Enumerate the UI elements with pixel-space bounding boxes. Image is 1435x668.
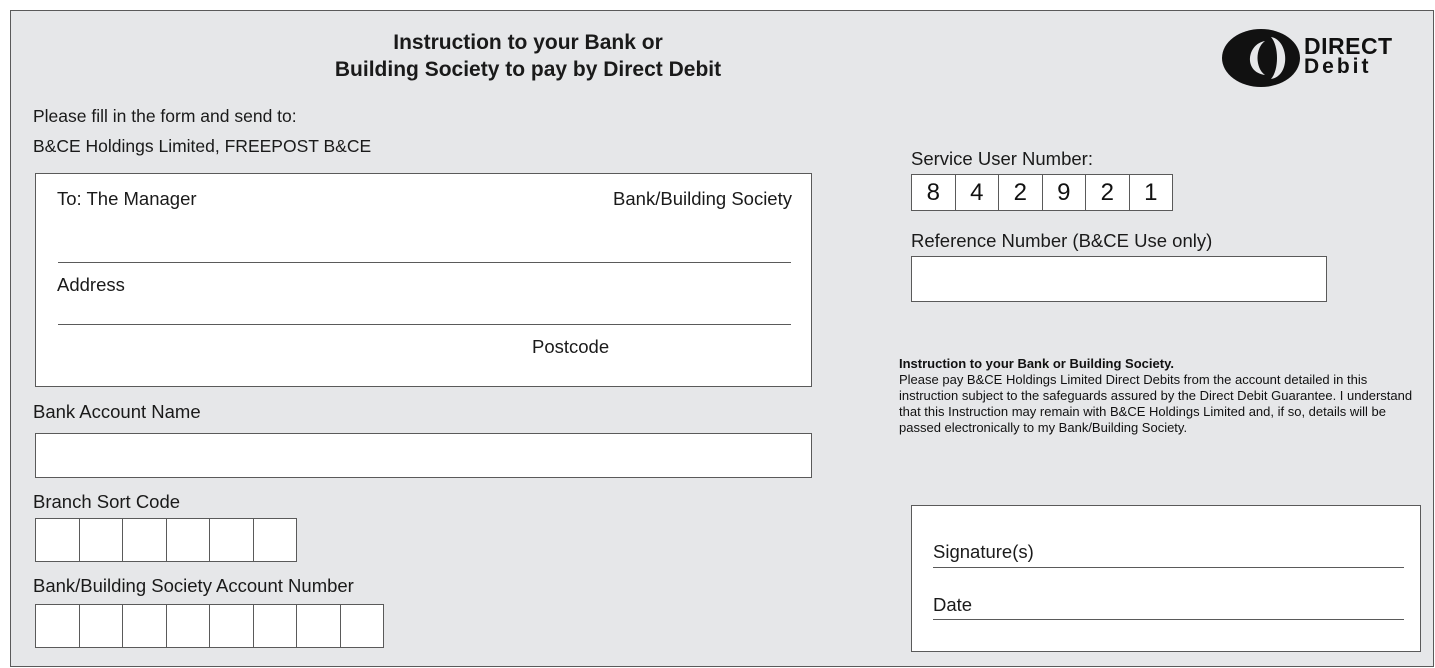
account-number-cell[interactable] [35,604,80,648]
service-user-digit: 1 [1128,174,1173,211]
address-label: Address [57,274,125,295]
to-manager-label: To: The Manager [57,188,197,209]
bank-building-society-label: Bank/Building Society [613,188,792,209]
instruction-body: Please pay B&CE Holdings Limited Direct … [899,372,1413,435]
form-title: Instruction to your Bank or Building Soc… [11,29,1045,83]
service-user-digit: 2 [998,174,1043,211]
direct-debit-form: Instruction to your Bank or Building Soc… [10,10,1434,667]
reference-number-field[interactable] [911,256,1327,302]
sort-code-cell[interactable] [209,518,254,562]
sort-code-cell[interactable] [252,518,297,562]
service-user-number-boxes: 8 4 2 9 2 1 [911,174,1173,211]
postcode-label: Postcode [532,336,610,357]
account-number-cell[interactable] [209,604,254,648]
address-line[interactable] [58,324,791,325]
logo-text-debit: Debit [1304,55,1372,78]
form-title-line-2: Building Society to pay by Direct Debit [334,58,722,81]
service-user-digit: 4 [954,174,999,211]
send-to-address: B&CE Holdings Limited, FREEPOST B&CE [33,136,372,156]
bank-details-box: To: The Manager Bank/Building Society Ad… [35,173,812,387]
send-to-instruction: Please fill in the form and send to: [33,106,297,126]
sort-code-cell[interactable] [35,518,80,562]
sort-code-cell[interactable] [165,518,210,562]
account-name-label: Bank Account Name [33,401,201,422]
instruction-heading: Instruction to your Bank or Building Soc… [899,356,1174,371]
direct-debit-logo-icon [1222,29,1300,87]
service-user-digit: 8 [911,174,956,211]
account-number-boxes [35,604,384,648]
signature-line[interactable] [933,567,1404,568]
service-user-number-label: Service User Number: [911,148,1093,169]
signature-box: Signature(s) Date [911,505,1421,652]
sort-code-label: Branch Sort Code [33,491,181,512]
account-number-label: Bank/Building Society Account Number [33,575,354,596]
logo-text-direct: DIRECT [1304,33,1393,59]
sort-code-boxes [35,518,297,562]
service-user-digit: 9 [1041,174,1086,211]
account-number-cell[interactable] [252,604,297,648]
account-number-cell[interactable] [122,604,167,648]
form-title-line-1: Instruction to your Bank or [393,31,663,54]
direct-debit-logo: DIRECT Debit [1221,28,1421,88]
account-name-field[interactable] [35,433,812,478]
bank-name-line[interactable] [58,262,791,263]
sort-code-cell[interactable] [78,518,123,562]
account-number-cell[interactable] [165,604,210,648]
account-number-cell[interactable] [78,604,123,648]
date-line[interactable] [933,619,1404,620]
reference-number-label: Reference Number (B&CE Use only) [911,230,1213,251]
date-label: Date [933,594,973,615]
account-number-cell[interactable] [339,604,384,648]
signature-label: Signature(s) [933,541,1034,562]
instruction-text: Instruction to your Bank or Building Soc… [899,356,1419,436]
account-number-cell[interactable] [296,604,341,648]
sort-code-cell[interactable] [122,518,167,562]
service-user-digit: 2 [1085,174,1130,211]
